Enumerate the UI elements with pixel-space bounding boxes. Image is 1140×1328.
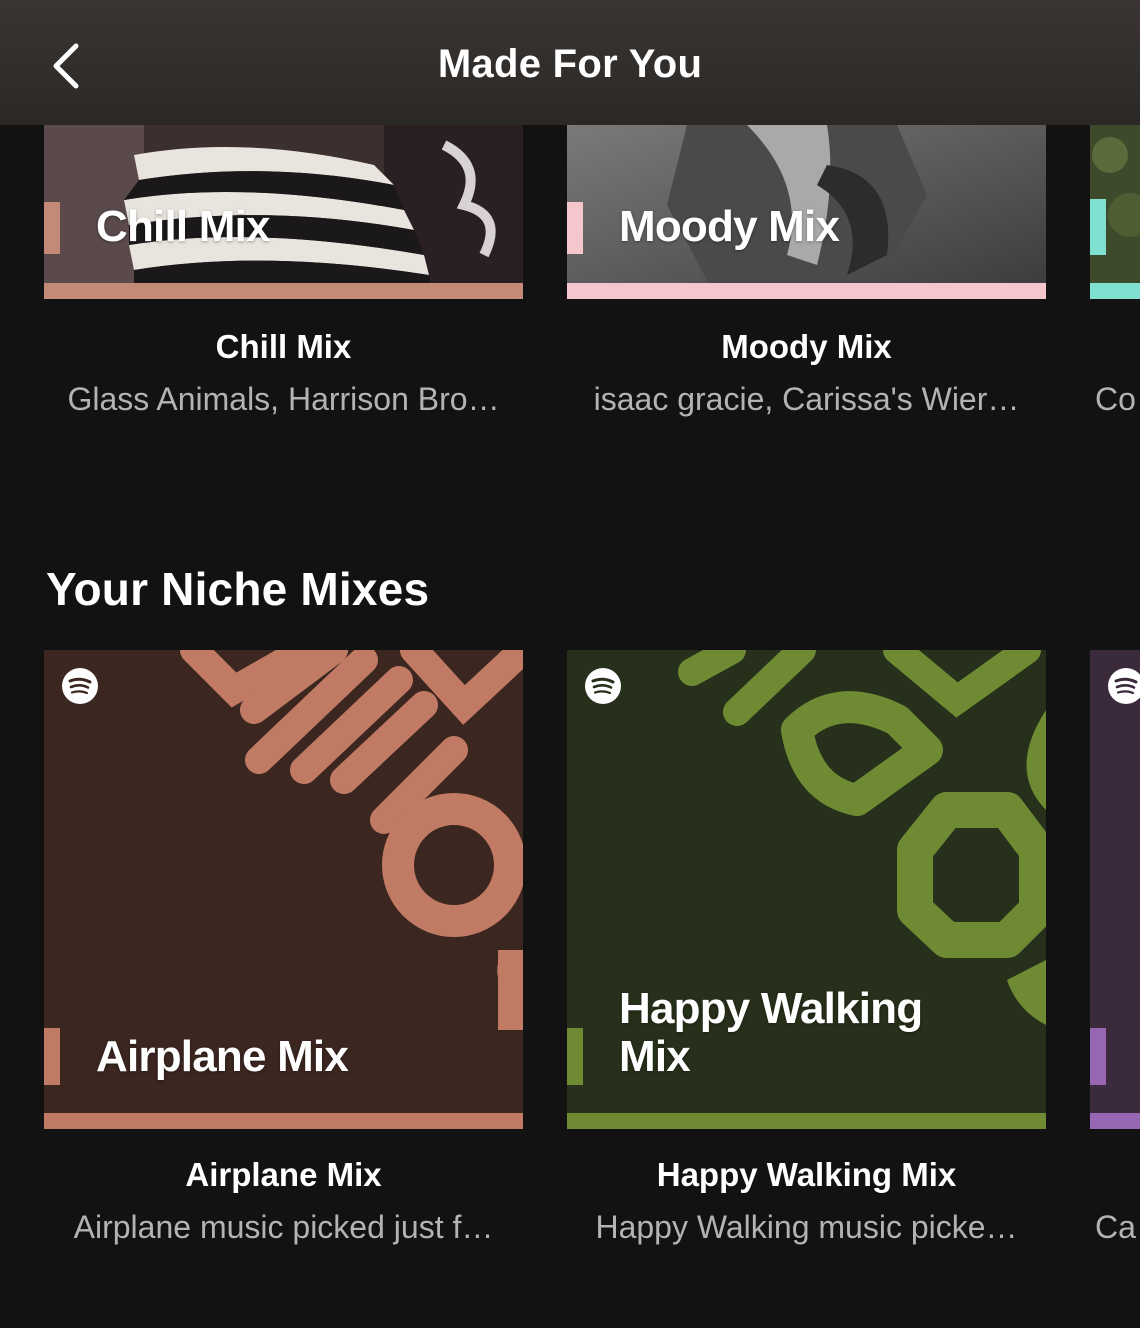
made-for-you-page: Made For You Chill Mix Chill Mix Glass A… [0,0,1140,1328]
playlist-cover-airplane-mix[interactable]: Airplane Mix [44,650,523,1129]
cover-label: Airplane Mix [96,1032,349,1081]
playlist-cover-chill-mix[interactable]: Chill Mix [44,125,523,299]
playlist-cover-happy-walking-mix[interactable]: Happy Walking Mix [567,650,1046,1129]
section-title: Your Niche Mixes [46,563,430,615]
card-subtitle: isaac gracie, Carissa's Wier… [593,381,1020,417]
card-title: Happy Walking Mix [656,1156,957,1193]
page-title: Made For You [437,42,703,86]
playlist-card-happy-walking-mix[interactable]: Happy Walking Mix Happy Walking Mix Happ… [567,650,1046,1260]
card-title: Airplane Mix [185,1156,382,1193]
playlist-card-peek-top[interactable]: Co [1090,125,1140,425]
cover-photo [1090,125,1140,299]
card-subtitle: Glass Animals, Harrison Bro… [67,381,500,417]
cover-label: Happy Walking Mix [619,984,923,1081]
playlist-cover-moody-mix[interactable]: Moody Mix [567,125,1046,299]
cover-label: Moody Mix [619,202,840,251]
card-title: Moody Mix [721,328,892,365]
cover-accent-bar [567,202,583,254]
spotify-logo-icon [585,668,621,704]
card-subtitle: Co [1095,381,1136,417]
playlist-card-airplane-mix[interactable]: Airplane Mix Airplane Mix Airplane music… [44,650,523,1260]
spotify-logo-icon [62,668,98,704]
card-subtitle: Ca [1095,1209,1136,1245]
cover-accent-bar [567,1028,583,1085]
card-subtitle: Happy Walking music picke… [595,1209,1018,1245]
cover-label: Chill Mix [96,202,271,251]
card-title: Chill Mix [215,328,352,365]
cover-accent-bar [44,1028,60,1085]
cover-accent-bar [44,202,60,254]
cover-art [1090,650,1140,1129]
cover-label-line: Happy Walking [619,984,923,1033]
card-subtitle: Airplane music picked just f… [73,1209,494,1245]
playlist-card-peek-niche[interactable]: Ca [1090,650,1140,1260]
top-bar: Made For You [0,0,1140,125]
cover-label-line: Mix [619,1032,691,1081]
